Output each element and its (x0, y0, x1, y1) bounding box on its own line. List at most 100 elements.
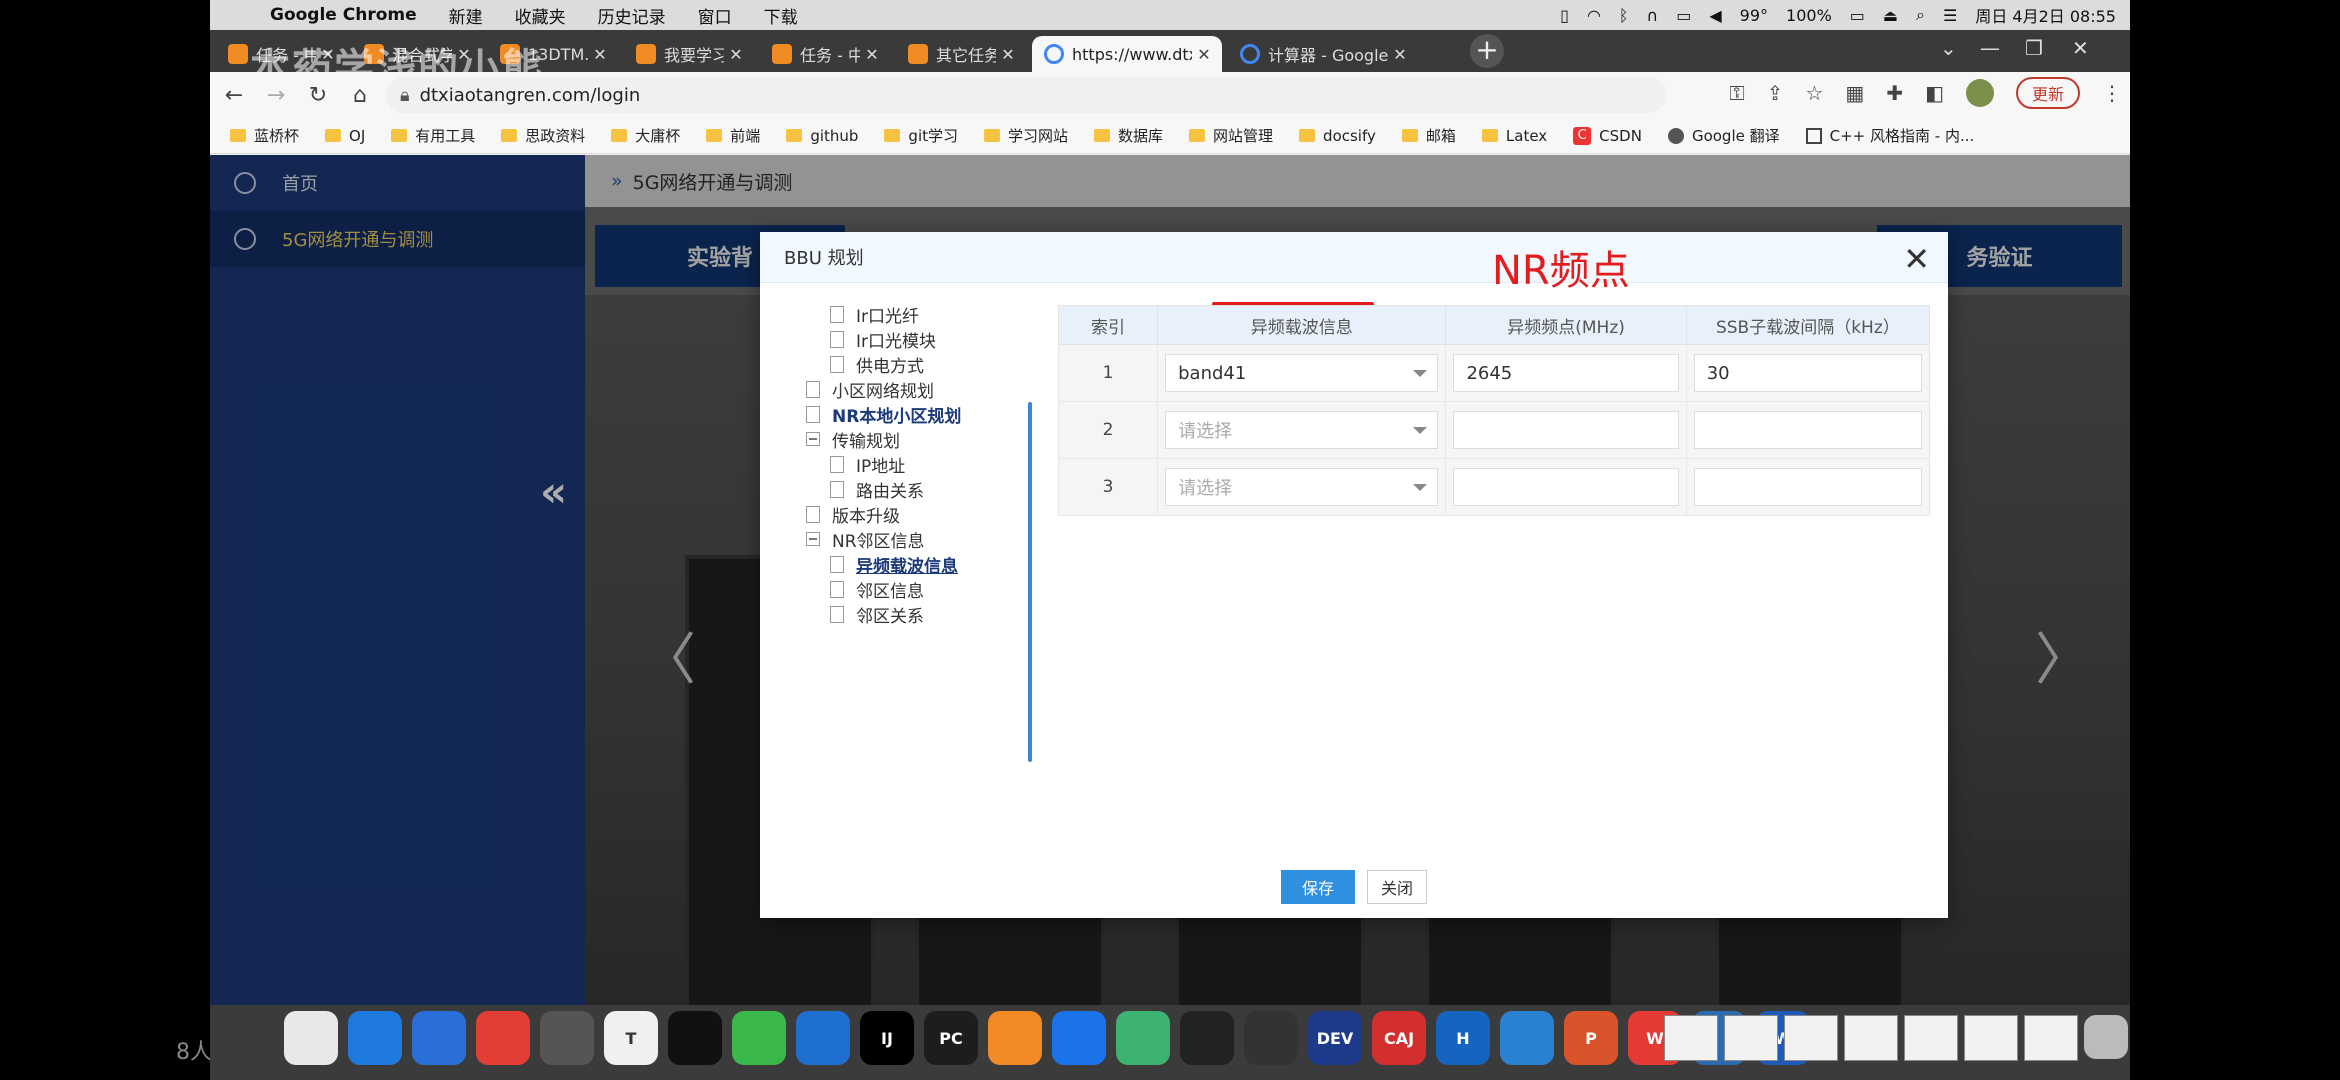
tab-close-icon[interactable]: ✕ (996, 45, 1020, 64)
address-bar[interactable]: 🔒︎ dtxiaotangren.com/login (386, 77, 1666, 113)
close-button[interactable]: 关闭 (1367, 870, 1427, 904)
dock-app-icon[interactable] (1052, 1011, 1106, 1065)
dock-app-icon[interactable] (284, 1011, 338, 1065)
close-window-icon[interactable]: ✕ (2072, 36, 2089, 60)
tree-node[interactable]: 邻区关系 (830, 600, 924, 628)
collapse-minus-icon[interactable] (806, 532, 820, 546)
window-thumbnail[interactable] (1664, 1015, 1718, 1061)
collapse-minus-icon[interactable] (806, 432, 820, 446)
bookmark-item[interactable]: 数据库 (1094, 125, 1163, 146)
bookmark-item[interactable]: 学习网站 (984, 125, 1068, 146)
dock-app-icon[interactable]: H (1436, 1011, 1490, 1065)
tree-node[interactable]: 邻区信息 (830, 575, 924, 603)
minimize-icon[interactable]: — (1980, 36, 2000, 60)
window-thumbnail[interactable] (1844, 1015, 1898, 1061)
bookmark-item[interactable]: Latex (1481, 127, 1547, 145)
headphones-icon[interactable]: ∩ (1647, 6, 1659, 25)
frequency-input[interactable]: 2645 (1453, 354, 1679, 392)
phone-icon[interactable]: ▯ (1560, 6, 1569, 25)
maximize-icon[interactable]: ❐ (2025, 36, 2043, 60)
tab-6[interactable]: 其它任务 - 中信科 ✕ (896, 36, 1026, 72)
menu-item-bookmarks[interactable]: 收藏夹 (515, 3, 566, 28)
bookmark-item[interactable]: 有用工具 (391, 125, 475, 146)
bookmark-item[interactable]: 前端 (706, 125, 760, 146)
menu-item-download[interactable]: 下载 (764, 3, 798, 28)
save-button[interactable]: 保存 (1281, 870, 1355, 904)
forward-icon[interactable]: → (258, 83, 294, 108)
display-icon[interactable]: ▭ (1676, 6, 1691, 25)
home-icon[interactable]: ⌂ (342, 83, 378, 108)
kebab-menu-icon[interactable]: ⋮ (2102, 81, 2122, 105)
pycharm-icon[interactable]: PC (924, 1011, 978, 1065)
tab-close-icon[interactable]: ✕ (1192, 45, 1216, 64)
star-icon[interactable]: ☆ (1805, 81, 1823, 105)
dock-app-icon[interactable] (1500, 1011, 1554, 1065)
vscode-icon[interactable] (796, 1011, 850, 1065)
tree-node[interactable]: 版本升级 (806, 500, 900, 528)
dock-app-icon[interactable]: DEV (1308, 1011, 1362, 1065)
tree-node[interactable]: Ir口光模块 (830, 325, 936, 353)
carrier-select[interactable]: band41 (1165, 354, 1439, 392)
control-center-icon[interactable]: ☰ (1943, 6, 1957, 25)
dock-app-icon[interactable]: T (604, 1011, 658, 1065)
tab-close-icon[interactable]: ✕ (724, 45, 748, 64)
volume-icon[interactable]: ◀ (1709, 6, 1721, 25)
share-icon[interactable]: ⇪ (1767, 81, 1784, 105)
eject-icon[interactable]: ⏏ (1883, 6, 1898, 25)
extension-grid-icon[interactable]: ▦ (1845, 81, 1864, 105)
bookmark-item[interactable]: 大庸杯 (611, 125, 680, 146)
lock-icon[interactable]: 🔒︎ (400, 85, 410, 106)
wechat-icon[interactable] (732, 1011, 786, 1065)
profile-avatar[interactable] (1965, 79, 1994, 107)
bluetooth-icon[interactable]: ᛒ (1619, 6, 1629, 25)
window-thumbnail[interactable] (1904, 1015, 1958, 1061)
jetbrains-icon[interactable]: IJ (860, 1011, 914, 1065)
ssb-spacing-input[interactable] (1693, 411, 1922, 449)
window-thumbnail[interactable] (1964, 1015, 2018, 1061)
bookmark-item[interactable]: 思政资料 (501, 125, 585, 146)
tab-5[interactable]: 任务 - 中信科移动 ✕ (760, 36, 890, 72)
bookmark-item[interactable]: docsify (1299, 127, 1376, 145)
bookmark-item[interactable]: 蓝桥杯 (230, 125, 299, 146)
puzzle-icon[interactable]: ✚ (1886, 81, 1903, 105)
tab-search-icon[interactable]: ⌄ (1940, 36, 1957, 60)
window-thumbnail[interactable] (1724, 1015, 1778, 1061)
dock-app-icon[interactable] (1116, 1011, 1170, 1065)
tab-4[interactable]: 我要学习 - 中信科 ✕ (624, 36, 754, 72)
ssb-spacing-input[interactable]: 30 (1693, 354, 1922, 392)
matlab-icon[interactable] (988, 1011, 1042, 1065)
reload-icon[interactable]: ↻ (300, 83, 336, 108)
tree-node[interactable]: 小区网络规划 (806, 375, 934, 403)
caj-icon[interactable]: CAJ (1372, 1011, 1426, 1065)
tab-active[interactable]: https://www.dtx ✕ (1032, 36, 1222, 72)
dialog-close-icon[interactable]: ✕ (1903, 240, 1930, 278)
window-thumbnail[interactable] (2024, 1015, 2078, 1061)
bookmark-item[interactable]: 邮箱 (1401, 125, 1456, 146)
chrome-icon[interactable] (476, 1011, 530, 1065)
tree-node[interactable]: 供电方式 (830, 350, 924, 378)
dock-app-icon[interactable] (412, 1011, 466, 1065)
ssb-spacing-input[interactable] (1693, 468, 1922, 506)
menu-item-new[interactable]: 新建 (449, 3, 483, 28)
github-icon[interactable] (1180, 1011, 1234, 1065)
tree-node[interactable]: NR邻区信息 (806, 525, 925, 553)
back-icon[interactable]: ← (216, 83, 252, 108)
bookmark-item[interactable]: C++ 风格指南 - 内... (1805, 125, 1974, 146)
tab-close-icon[interactable]: ✕ (588, 45, 612, 64)
tree-node[interactable]: 异频载波信息 (830, 550, 958, 578)
tree-node[interactable]: NR本地小区规划 (806, 400, 961, 428)
frequency-input[interactable] (1453, 411, 1679, 449)
menu-item-history[interactable]: 历史记录 (598, 3, 666, 28)
dock-app-icon[interactable] (348, 1011, 402, 1065)
clock[interactable]: 周日 4月2日 08:55 (1975, 3, 2116, 27)
battery-icon[interactable]: ▭ (1850, 6, 1865, 25)
tree-node[interactable]: 传输规划 (806, 425, 900, 453)
menu-item-window[interactable]: 窗口 (698, 3, 732, 28)
tree-node[interactable]: 路由关系 (830, 475, 924, 503)
carrier-select[interactable]: 请选择 (1165, 468, 1439, 506)
tree-node[interactable]: IP地址 (830, 450, 905, 478)
trash-icon[interactable] (2084, 1015, 2128, 1059)
tab-close-icon[interactable]: ✕ (860, 45, 884, 64)
key-icon[interactable]: ⚿ (1729, 81, 1744, 105)
bookmark-item[interactable]: github (786, 127, 858, 145)
